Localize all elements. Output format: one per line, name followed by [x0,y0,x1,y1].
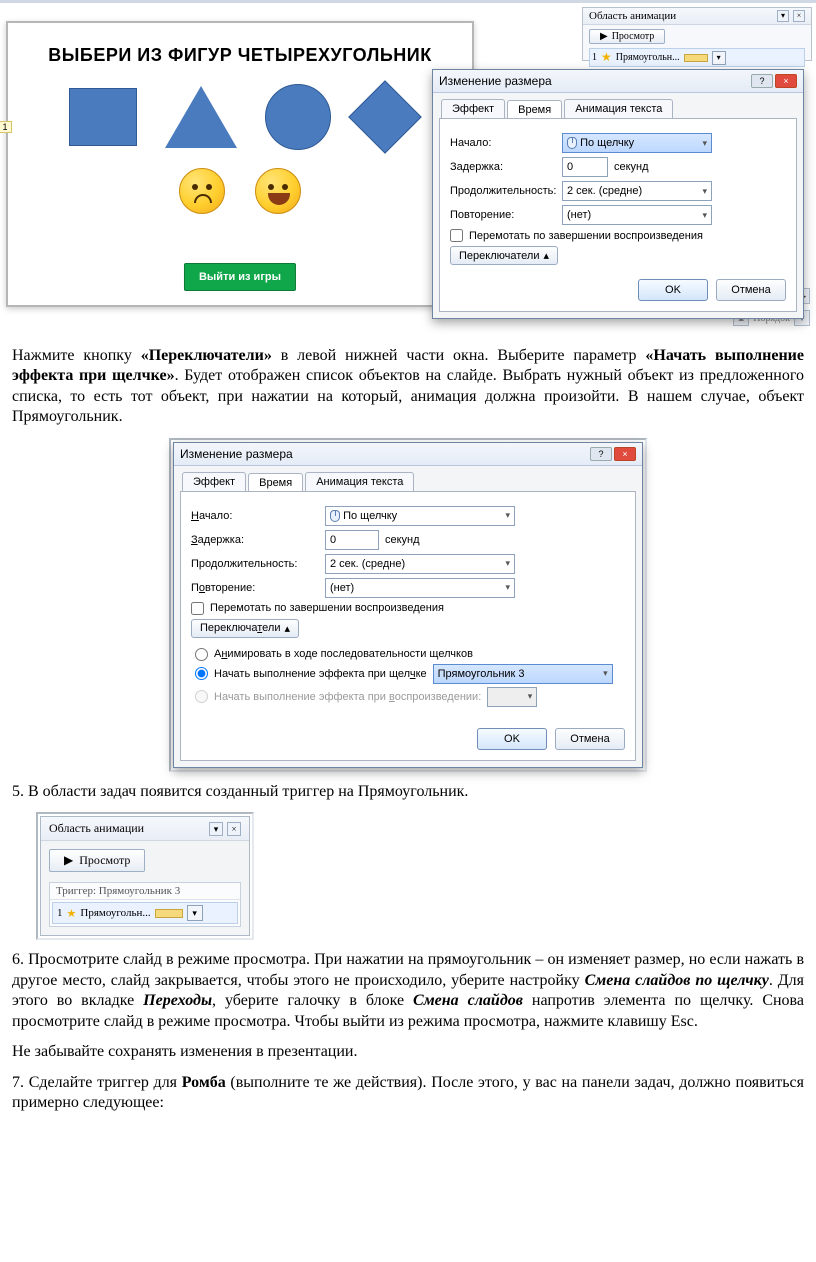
close-icon[interactable]: × [775,74,797,88]
dialog-title: Изменение размера [180,447,293,461]
rewind-label: Перемотать по завершении воспроизведения [469,230,703,242]
pane-dropdown-icon[interactable]: ▾ [777,10,789,22]
pane-dropdown-icon[interactable]: ▾ [209,822,223,836]
start-dropdown[interactable]: По щелчку▾ [325,506,515,526]
item-label: Прямоугольн... [616,52,680,63]
duration-dropdown[interactable]: 2 сек. (средне)▾ [325,554,515,574]
mouse-icon [330,510,340,522]
help-icon[interactable]: ? [590,447,612,461]
mouse-icon [567,137,577,149]
triggers-button[interactable]: Переключатели ▴ [191,619,299,638]
exit-game-button[interactable]: Выйти из игры [184,263,296,291]
tab-time[interactable]: Время [248,473,303,492]
trigger-group-header: Триггер: Прямоугольник 3 [50,883,240,900]
start-label: Начало: [191,510,319,522]
item-index: 1 [57,907,63,919]
delay-spinner[interactable]: 0 [562,157,608,177]
tab-effect[interactable]: Эффект [441,99,505,118]
radio-sequence-label: Анимировать в ходе последовательности ще… [214,648,473,660]
instruction-paragraph-1: Нажмите кнопку «Переключатели» в левой н… [12,346,804,428]
item-menu-dropdown[interactable]: ▾ [187,905,203,921]
item-menu-dropdown[interactable]: ▾ [712,51,726,65]
animation-list-item[interactable]: 1 ★ Прямоугольн... ▾ [589,48,805,67]
shape-rectangle[interactable] [69,88,137,146]
shape-row [8,84,472,150]
trigger-object-dropdown[interactable]: Прямоугольник 3▾ [433,664,613,684]
help-icon[interactable]: ? [751,74,773,88]
radio-on-click[interactable] [195,667,208,680]
animation-pane-title: Область анимации [49,821,144,836]
screenshot-composite-1: 1 ВЫБЕРИ ИЗ ФИГУР ЧЕТЫРЕХУГОЛЬНИК Выйти … [0,0,816,336]
item-label: Прямоугольн... [80,907,150,919]
rewind-checkbox[interactable] [191,602,204,615]
repeat-dropdown[interactable]: (нет)▾ [325,578,515,598]
radio-sequence[interactable] [195,648,208,661]
tab-time[interactable]: Время [507,100,562,119]
emoji-sad[interactable] [179,168,225,214]
item-timeline-bar [684,54,708,62]
rewind-label: Перемотать по завершении воспроизведения [210,602,444,614]
delay-unit: секунд [385,534,420,546]
animation-pane: Область анимации ▾ × ▶ Просмотр Триггер:… [40,816,250,936]
ok-button[interactable]: OK [477,728,547,750]
radio-on-click-label: Начать выполнение эффекта при щелчке [214,668,427,680]
dialog-title: Изменение размера [439,74,552,88]
resize-dialog-small: Изменение размера ? × Эффект Время Анима… [432,69,804,319]
resize-dialog-large: Изменение размера ? × Эффект Время Анима… [173,442,643,768]
tab-text-animation[interactable]: Анимация текста [305,472,414,491]
ok-button[interactable]: OK [638,279,708,301]
delay-unit: секунд [614,161,649,173]
rewind-checkbox[interactable] [450,229,463,242]
collapse-icon: ▴ [543,249,549,262]
pane-close-icon[interactable]: × [793,10,805,22]
shape-diamond[interactable] [348,80,422,154]
delay-label: Задержка: [191,534,319,546]
star-icon: ★ [67,907,77,920]
trigger-group: Триггер: Прямоугольник 3 1 ★ Прямоугольн… [49,882,241,927]
slide-title: ВЫБЕРИ ИЗ ФИГУР ЧЕТЫРЕХУГОЛЬНИК [8,45,472,66]
start-dropdown[interactable]: По щелчку▾ [562,133,712,153]
animation-pane-small: Область анимации ▾ × ▶ Просмотр 1 ★ Прям… [582,7,812,61]
shape-oval[interactable] [265,84,331,150]
duration-label: Продолжительность: [191,558,319,570]
start-label: Начало: [450,137,556,149]
delay-label: Задержка: [450,161,556,173]
triggers-button[interactable]: Переключатели ▴ [450,246,558,265]
repeat-label: Повторение: [450,209,556,221]
animation-pane-title: Область анимации [589,10,676,22]
item-index: 1 [592,52,597,63]
cancel-button[interactable]: Отмена [555,728,625,750]
play-preview-button[interactable]: ▶ Просмотр [589,29,665,44]
animation-tag: 1 [0,121,12,133]
tab-text-animation[interactable]: Анимация текста [564,99,673,118]
radio-on-play-label: Начать выполнение эффекта при воспроизве… [214,691,481,703]
screenshot-3: Область анимации ▾ × ▶ Просмотр Триггер:… [36,812,804,940]
instruction-paragraph-7: 7. Сделайте триггер для Ромба (выполните… [12,1073,804,1114]
close-icon[interactable]: × [614,447,636,461]
shape-triangle[interactable] [165,86,237,148]
duration-label: Продолжительность: [450,185,556,197]
instruction-paragraph-5: 5. В области задач появится созданный тр… [12,782,804,802]
cancel-button[interactable]: Отмена [716,279,786,301]
pane-close-icon[interactable]: × [227,822,241,836]
repeat-dropdown[interactable]: (нет)▾ [562,205,712,225]
repeat-label: Повторение: [191,582,319,594]
play-object-dropdown-disabled: ▾ [487,687,537,707]
play-preview-button[interactable]: ▶ Просмотр [49,849,145,872]
delay-spinner[interactable]: 0 [325,530,379,550]
duration-dropdown[interactable]: 2 сек. (средне)▾ [562,181,712,201]
instruction-paragraph-save: Не забывайте сохранять изменения в презе… [12,1042,804,1062]
tab-effect[interactable]: Эффект [182,472,246,491]
screenshot-2: Изменение размера ? × Эффект Время Анима… [12,438,804,772]
emoji-happy[interactable] [255,168,301,214]
item-timeline-bar [155,909,183,918]
animation-list-item[interactable]: 1 ★ Прямоугольн... ▾ [52,902,238,924]
star-icon: ★ [601,50,612,65]
slide-canvas: 1 ВЫБЕРИ ИЗ ФИГУР ЧЕТЫРЕХУГОЛЬНИК Выйти … [6,21,474,307]
radio-on-play [195,690,208,703]
instruction-paragraph-6: 6. Просмотрите слайд в режиме просмотра.… [12,950,804,1032]
collapse-icon: ▴ [284,622,290,635]
